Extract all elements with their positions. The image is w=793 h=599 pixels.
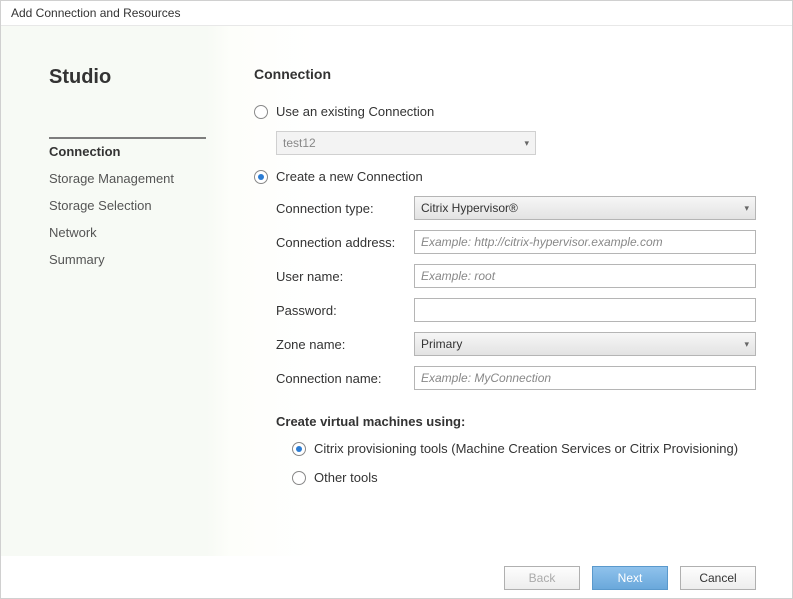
- existing-connection-value: test12: [283, 136, 316, 150]
- chevron-down-icon: ▾: [524, 138, 529, 149]
- connection-address-label: Connection address:: [276, 235, 414, 250]
- radio-vm-citrix[interactable]: [292, 442, 306, 456]
- footer-button-bar: Back Next Cancel: [1, 556, 792, 590]
- zone-name-select[interactable]: Primary ▾: [414, 332, 756, 356]
- radio-create-connection[interactable]: [254, 170, 268, 184]
- vm-option-other-row[interactable]: Other tools: [292, 470, 756, 485]
- step-summary[interactable]: Summary: [49, 246, 206, 273]
- next-button[interactable]: Next: [592, 566, 668, 590]
- vm-option-citrix-label: Citrix provisioning tools (Machine Creat…: [314, 441, 738, 456]
- chevron-down-icon: ▾: [744, 339, 749, 350]
- window-title: Add Connection and Resources: [1, 1, 792, 26]
- existing-connection-label: Use an existing Connection: [276, 104, 434, 119]
- radio-existing-connection[interactable]: [254, 105, 268, 119]
- step-storage-management[interactable]: Storage Management: [49, 165, 206, 192]
- connection-type-value: Citrix Hypervisor®: [421, 201, 518, 215]
- chevron-down-icon: ▾: [744, 203, 749, 214]
- user-name-label: User name:: [276, 269, 414, 284]
- vm-option-other-label: Other tools: [314, 470, 378, 485]
- connection-address-input[interactable]: [414, 230, 756, 254]
- content-panel: Connection Use an existing Connection te…: [206, 26, 792, 556]
- sidebar-title: Studio: [49, 66, 206, 89]
- vm-tools-heading: Create virtual machines using:: [276, 414, 756, 429]
- step-network[interactable]: Network: [49, 219, 206, 246]
- step-connection[interactable]: Connection: [49, 137, 206, 165]
- create-connection-radio-row[interactable]: Create a new Connection: [254, 169, 756, 184]
- back-button: Back: [504, 566, 580, 590]
- password-input[interactable]: [414, 298, 756, 322]
- user-name-input[interactable]: [414, 264, 756, 288]
- cancel-button[interactable]: Cancel: [680, 566, 756, 590]
- sidebar: Studio Connection Storage Management Sto…: [1, 26, 206, 556]
- connection-type-select[interactable]: Citrix Hypervisor® ▾: [414, 196, 756, 220]
- connection-type-label: Connection type:: [276, 201, 414, 216]
- zone-name-value: Primary: [421, 337, 462, 351]
- connection-name-label: Connection name:: [276, 371, 414, 386]
- connection-name-input[interactable]: [414, 366, 756, 390]
- password-label: Password:: [276, 303, 414, 318]
- wizard-steps: Connection Storage Management Storage Se…: [49, 137, 206, 273]
- create-connection-label: Create a new Connection: [276, 169, 423, 184]
- main-area: Studio Connection Storage Management Sto…: [1, 26, 792, 556]
- vm-tools-section: Create virtual machines using: Citrix pr…: [276, 414, 756, 485]
- step-storage-selection[interactable]: Storage Selection: [49, 192, 206, 219]
- content-heading: Connection: [254, 66, 756, 82]
- existing-connection-select: test12 ▾: [276, 131, 536, 155]
- existing-connection-radio-row[interactable]: Use an existing Connection: [254, 104, 756, 119]
- vm-option-citrix-row[interactable]: Citrix provisioning tools (Machine Creat…: [292, 441, 756, 456]
- radio-vm-other[interactable]: [292, 471, 306, 485]
- zone-name-label: Zone name:: [276, 337, 414, 352]
